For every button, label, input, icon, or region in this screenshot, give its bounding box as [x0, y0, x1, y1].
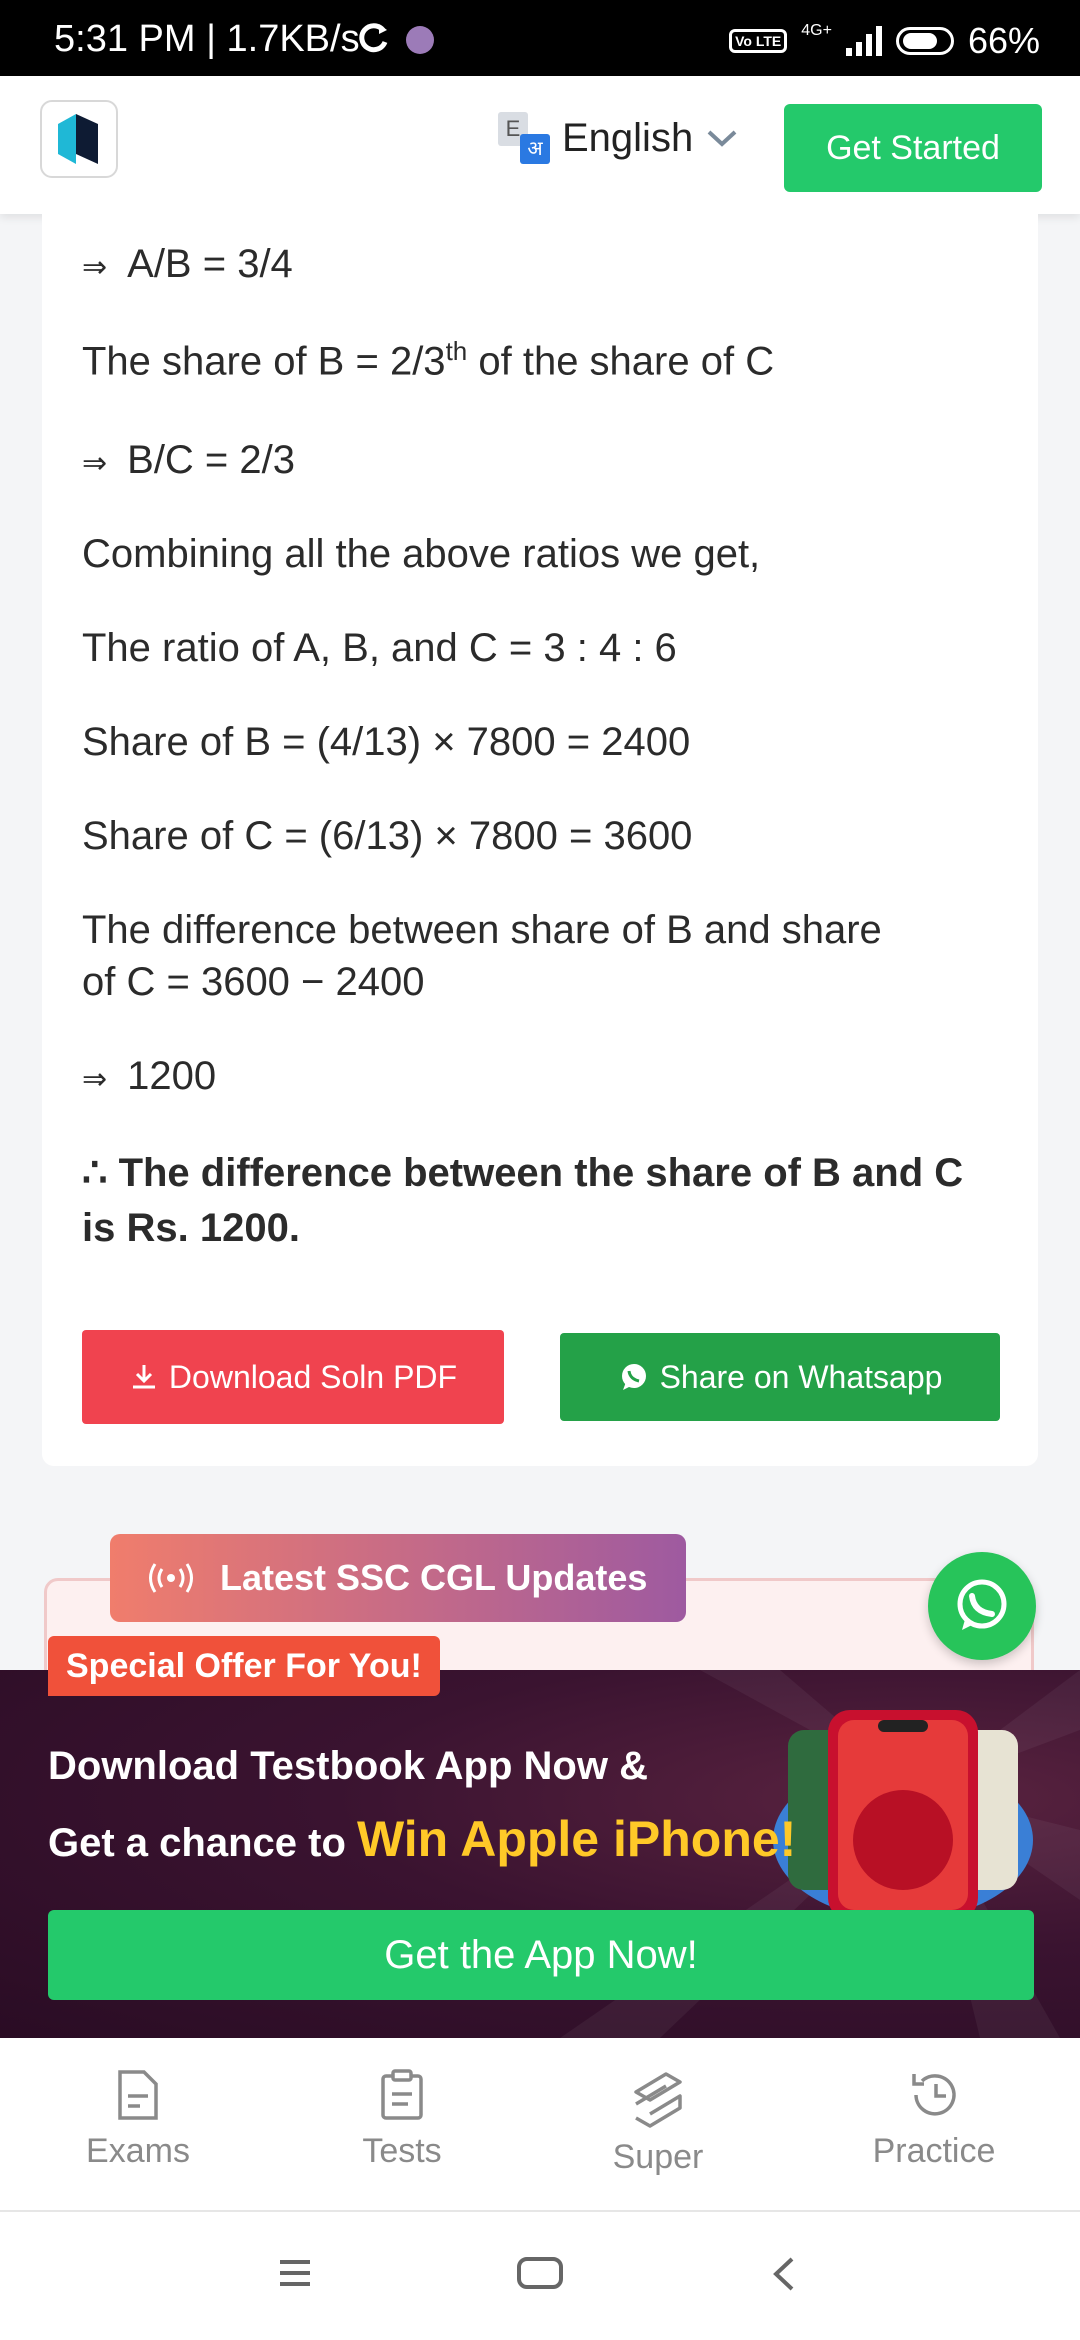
- whatsapp-float-button[interactable]: [928, 1552, 1036, 1660]
- system-nav-bar: [0, 2212, 1080, 2340]
- nav-tests[interactable]: Tests: [302, 2068, 502, 2171]
- chevron-down-icon: [707, 130, 737, 147]
- promo-line: Get a chance to Win Apple iPhone!: [48, 1811, 797, 1867]
- battery-level: 66%: [967, 20, 1040, 61]
- exams-icon: [118, 2070, 158, 2120]
- get-app-button[interactable]: Get the App Now!: [48, 1910, 1034, 2000]
- shield-icon: [406, 26, 434, 54]
- status-time: 5:31 PM | 1.7KB/s: [54, 18, 360, 60]
- download-solution-button[interactable]: Download Soln PDF: [82, 1330, 504, 1424]
- get-started-button[interactable]: Get Started: [784, 104, 1042, 192]
- solution-line: ⇒ A/B = 3/4: [82, 242, 293, 286]
- solution-line: The difference between share of B and sh…: [82, 908, 882, 952]
- solution-line: Share of B = (4/13) × 7800 = 2400: [82, 720, 691, 764]
- logo-icon: [58, 114, 98, 164]
- conclusion-text: is Rs. 1200.: [82, 1206, 300, 1250]
- language-selector[interactable]: Eअ English: [498, 112, 739, 164]
- solution-line: Share of C = (6/13) × 7800 = 3600: [82, 814, 693, 858]
- whatsapp-icon: [621, 1364, 646, 1390]
- top-header: Eअ English Get Started: [0, 76, 1080, 214]
- status-bar: 5:31 PM | 1.7KB/s Vo LTE 4G+ 66%: [0, 0, 1080, 76]
- sync-icon: [359, 23, 388, 53]
- nav-super[interactable]: Super: [558, 2068, 758, 2177]
- special-offer-badge: Special Offer For You!: [48, 1636, 440, 1696]
- testbook-logo[interactable]: [40, 100, 118, 178]
- translate-icon: Eअ: [498, 112, 550, 164]
- promo-line: Download Testbook App Now &: [48, 1744, 648, 1788]
- history-icon: [912, 2074, 956, 2116]
- latest-updates-tab[interactable]: Latest SSC CGL Updates: [110, 1534, 686, 1622]
- super-icon: [634, 2072, 682, 2128]
- nav-exams[interactable]: Exams: [38, 2068, 238, 2171]
- whatsapp-icon: [957, 1579, 1007, 1630]
- signal-icon: [845, 26, 882, 56]
- implies-arrow-icon: ⇒: [82, 1063, 108, 1096]
- nav-practice[interactable]: Practice: [834, 2068, 1034, 2171]
- solution-line: Combining all the above ratios we get,: [82, 532, 761, 576]
- solution-line: ⇒ B/C = 2/3: [82, 438, 296, 482]
- solution-line: of C = 3600 − 2400: [82, 960, 425, 1004]
- tests-icon: [381, 2069, 423, 2120]
- share-whatsapp-button[interactable]: Share on Whatsapp: [560, 1333, 1000, 1421]
- broadcast-icon: [149, 1563, 193, 1593]
- volte-icon: Vo LTE: [729, 29, 788, 53]
- back-icon[interactable]: [770, 2256, 796, 2292]
- bottom-nav: Exams Tests Super Practice: [0, 2038, 1080, 2212]
- implies-arrow-icon: ⇒: [82, 251, 108, 284]
- download-icon: [132, 1365, 155, 1389]
- iphone-illustration: [773, 1710, 1033, 1920]
- implies-arrow-icon: ⇒: [82, 447, 108, 480]
- battery-icon: [895, 27, 954, 55]
- network-type: 4G+: [801, 22, 832, 39]
- conclusion-text: ∴ The difference between the share of B …: [82, 1151, 964, 1195]
- home-icon[interactable]: [516, 2256, 564, 2290]
- solution-line: ⇒ 1200: [82, 1054, 217, 1098]
- language-label: English: [562, 115, 694, 160]
- solution-line: The share of B = 2/3th of the share of C: [82, 336, 775, 384]
- solution-line: The ratio of A, B, and C = 3 : 4 : 6: [82, 626, 677, 670]
- menu-icon[interactable]: [278, 2258, 312, 2288]
